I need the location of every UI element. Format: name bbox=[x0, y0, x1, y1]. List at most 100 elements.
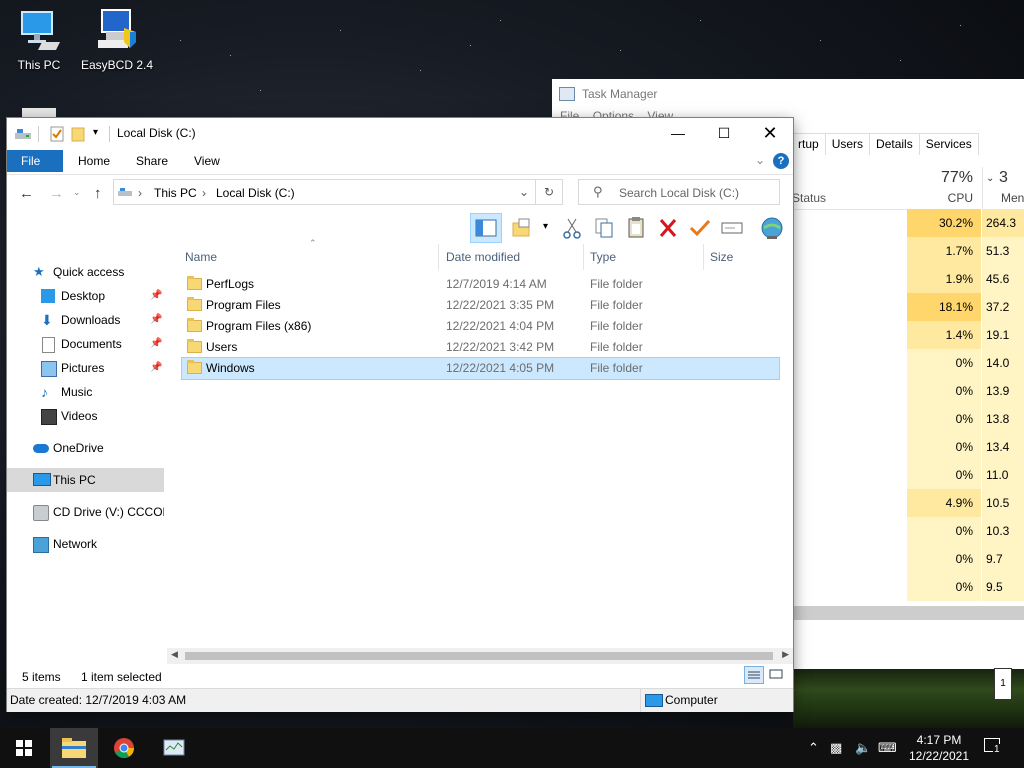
pin-icon[interactable]: 📌 bbox=[150, 308, 162, 332]
nav-music[interactable]: ♪ Music bbox=[7, 380, 164, 404]
file-row[interactable]: PerfLogs 12/7/2019 4:14 AM File folder bbox=[182, 274, 779, 295]
tab-startup[interactable]: rtup bbox=[792, 133, 826, 155]
view-dropdown-icon[interactable]: ▾ bbox=[543, 221, 548, 232]
tab-share[interactable]: Share bbox=[122, 150, 182, 172]
nav-desktop[interactable]: Desktop 📌 bbox=[7, 284, 164, 308]
nav-downloads[interactable]: ⬇ Downloads 📌 bbox=[7, 308, 164, 332]
breadcrumb-local-disk[interactable]: Local Disk (C:) bbox=[216, 186, 295, 200]
scrollbar-thumb[interactable] bbox=[185, 652, 773, 660]
minimize-button[interactable]: — bbox=[655, 118, 701, 148]
process-row[interactable]: 1.9% 45.6 bbox=[907, 265, 1024, 293]
preview-pane-button[interactable] bbox=[470, 213, 502, 243]
large-icons-view-button[interactable] bbox=[767, 666, 787, 684]
cut-button[interactable] bbox=[557, 214, 587, 242]
nav-network[interactable]: Network bbox=[7, 532, 164, 556]
tab-details[interactable]: Details bbox=[869, 133, 920, 155]
address-bar[interactable]: › This PC › Local Disk (C:) ⌄ bbox=[113, 179, 536, 205]
pin-icon[interactable]: 📌 bbox=[150, 356, 162, 380]
explorer-titlebar[interactable]: ▾ Local Disk (C:) — ☐ ✕ bbox=[7, 118, 793, 150]
file-row[interactable]: Program Files (x86) 12/22/2021 4:04 PM Fil… bbox=[182, 316, 779, 337]
taskbar-chrome[interactable] bbox=[100, 728, 148, 768]
desktop-icon-easybcd[interactable]: EasyBCD 2.4 bbox=[79, 8, 155, 72]
maximize-button[interactable]: ☐ bbox=[701, 118, 747, 148]
process-row[interactable]: 0% 13.8 bbox=[907, 405, 1024, 433]
taskbar-file-explorer[interactable] bbox=[50, 728, 98, 768]
file-row[interactable]: Users 12/22/2021 3:42 PM File folder bbox=[182, 337, 779, 358]
scroll-left-icon[interactable]: ◀ bbox=[171, 649, 178, 660]
search-input[interactable]: ⚲ Search Local Disk (C:) bbox=[578, 179, 780, 205]
tab-users[interactable]: Users bbox=[824, 133, 871, 155]
tab-view[interactable]: View bbox=[180, 150, 234, 172]
properties-button[interactable] bbox=[685, 214, 715, 242]
process-row[interactable]: 18.1% 37.2 bbox=[907, 293, 1024, 321]
help-icon[interactable]: ? bbox=[773, 153, 789, 169]
breadcrumb-separator[interactable]: › bbox=[202, 186, 206, 200]
process-row[interactable]: 1.4% 19.1 bbox=[907, 321, 1024, 349]
expand-ribbon-icon[interactable]: ⌄ bbox=[755, 153, 765, 167]
column-size[interactable]: Size bbox=[710, 244, 733, 270]
pin-icon[interactable]: 📌 bbox=[150, 284, 162, 308]
network-tray-icon[interactable]: ▩ bbox=[830, 740, 842, 756]
column-cpu[interactable]: 77% CPU bbox=[907, 167, 981, 209]
up-arrow-icon[interactable]: ↑ bbox=[94, 185, 102, 202]
nav-onedrive[interactable]: OneDrive bbox=[7, 436, 164, 460]
breadcrumb-separator[interactable]: › bbox=[138, 186, 142, 200]
process-row[interactable]: 0% 10.3 bbox=[907, 517, 1024, 545]
network-globe-button[interactable] bbox=[757, 214, 787, 242]
desktop-icon-this-pc[interactable]: This PC bbox=[1, 8, 77, 72]
action-center-button[interactable]: 1 bbox=[980, 728, 1024, 768]
file-explorer-window[interactable]: ▾ Local Disk (C:) — ☐ ✕ File Home Share … bbox=[7, 118, 793, 712]
recent-locations-icon[interactable]: ⌄ bbox=[73, 187, 81, 198]
delete-button[interactable] bbox=[653, 214, 683, 242]
process-row[interactable]: 4.9% 10.5 bbox=[907, 489, 1024, 517]
new-folder-icon[interactable] bbox=[71, 126, 87, 142]
tab-services[interactable]: Services bbox=[918, 133, 979, 155]
column-divider[interactable] bbox=[438, 244, 439, 270]
file-row[interactable]: Program Files 12/22/2021 3:35 PM File fold… bbox=[182, 295, 779, 316]
process-row[interactable]: 0% 9.7 bbox=[907, 545, 1024, 573]
process-row[interactable]: 30.2% 264.3 bbox=[907, 209, 1024, 237]
address-dropdown-icon[interactable]: ⌄ bbox=[519, 185, 529, 199]
scroll-right-icon[interactable]: ▶ bbox=[782, 649, 789, 660]
nav-this-pc[interactable]: This PC bbox=[7, 468, 164, 492]
start-button[interactable] bbox=[0, 728, 48, 768]
pin-icon[interactable]: 📌 bbox=[150, 332, 162, 356]
column-name[interactable]: Name bbox=[185, 244, 217, 270]
copy-button[interactable] bbox=[589, 214, 619, 242]
close-button[interactable]: ✕ bbox=[747, 118, 793, 148]
process-row[interactable]: 0% 11.0 bbox=[907, 461, 1024, 489]
process-row[interactable]: 0% 13.4 bbox=[907, 433, 1024, 461]
tab-file[interactable]: File bbox=[7, 150, 63, 172]
task-manager-scrollbar[interactable] bbox=[792, 606, 1024, 620]
volume-muted-icon[interactable]: 🔈 bbox=[855, 740, 871, 756]
nav-videos[interactable]: Videos bbox=[7, 404, 164, 428]
forward-arrow-icon[interactable]: → bbox=[49, 185, 64, 202]
task-manager-titlebar[interactable]: Task Manager bbox=[552, 79, 1024, 109]
process-row[interactable]: 0% 14.0 bbox=[907, 349, 1024, 377]
refresh-button[interactable]: ↻ bbox=[536, 179, 563, 205]
system-clock[interactable]: 4:17 PM 12/22/2021 bbox=[904, 732, 974, 764]
column-divider[interactable] bbox=[583, 244, 584, 270]
keyboard-icon[interactable]: ⌨ bbox=[878, 740, 897, 756]
details-view-button[interactable] bbox=[744, 666, 764, 684]
column-divider[interactable] bbox=[703, 244, 704, 270]
nav-quick-access[interactable]: ★ Quick access bbox=[7, 260, 164, 284]
show-hidden-icons-icon[interactable]: ⌃ bbox=[808, 740, 819, 756]
paste-button[interactable] bbox=[621, 214, 651, 242]
file-row[interactable]: Windows 12/22/2021 4:05 PM File folder bbox=[181, 357, 780, 380]
column-memory[interactable]: 3 Men bbox=[982, 167, 1024, 209]
column-type[interactable]: Type bbox=[590, 244, 616, 270]
horizontal-scrollbar[interactable]: ◀ ▶ bbox=[167, 648, 793, 664]
process-row[interactable]: 0% 9.5 bbox=[907, 573, 1024, 601]
process-row[interactable]: 0% 13.9 bbox=[907, 377, 1024, 405]
breadcrumb-this-pc[interactable]: This PC bbox=[154, 186, 197, 200]
tab-home[interactable]: Home bbox=[64, 150, 124, 172]
nav-pictures[interactable]: Pictures 📌 bbox=[7, 356, 164, 380]
back-arrow-icon[interactable]: ← bbox=[19, 185, 34, 202]
nav-cd-drive[interactable]: CD Drive (V:) CCCOM bbox=[7, 500, 164, 524]
properties-icon[interactable] bbox=[49, 126, 65, 142]
customize-quick-access-icon[interactable]: ▾ bbox=[93, 127, 98, 138]
column-date-modified[interactable]: Date modified bbox=[446, 244, 520, 270]
taskbar-task-manager[interactable] bbox=[150, 728, 198, 768]
change-view-button[interactable] bbox=[507, 214, 537, 242]
